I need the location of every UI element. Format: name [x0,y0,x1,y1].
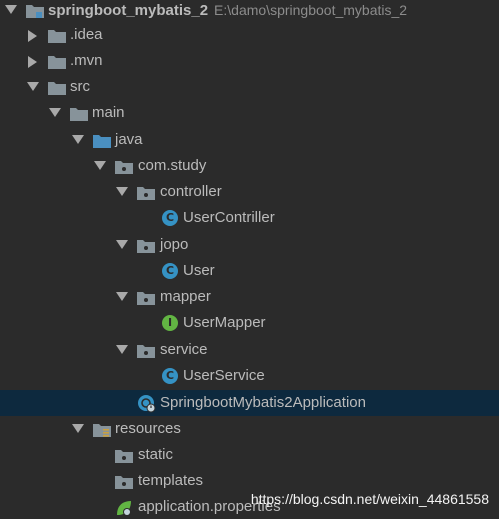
tree-label-jopo: jopo [160,236,189,253]
tree-label-templates: templates [138,472,204,489]
chevron-down-icon[interactable] [4,0,18,23]
tree-row-user-mapper[interactable]: I UserMapper [0,310,499,336]
chevron-down-icon[interactable] [115,337,129,363]
tree-row-main[interactable]: main [0,100,499,126]
class-icon: C [162,368,178,384]
tree-row-controller[interactable]: controller [0,179,499,205]
folder-icon [48,53,66,69]
tree-label-mvn: .mvn [70,52,103,69]
tree-row-mvn[interactable]: .mvn [0,48,499,74]
spring-boot-class-icon [138,395,156,413]
class-icon: C [162,210,178,226]
interface-icon: I [162,315,178,331]
chevron-down-icon[interactable] [115,179,129,205]
tree-label-mapper: mapper [160,288,211,305]
class-icon: C [162,263,178,279]
folder-icon [115,473,133,489]
package-icon [137,184,155,200]
tree-label-user-contriller: UserContriller [183,209,275,226]
tree-row-user-service[interactable]: C UserService [0,363,499,389]
tree-row-mapper[interactable]: mapper [0,284,499,310]
chevron-down-icon[interactable] [71,416,85,442]
tree-row-resources[interactable]: resources [0,416,499,442]
tree-row-project[interactable]: springboot_mybatis_2 E:\damo\springboot_m… [0,0,499,23]
chevron-down-icon[interactable] [115,284,129,310]
package-icon [137,237,155,253]
tree-label-static: static [138,446,174,463]
module-folder-icon [26,2,44,18]
tree-label-service: service [160,341,208,358]
tree-row-user[interactable]: C User [0,258,499,284]
tree-row-src[interactable]: src [0,74,499,100]
tree-label-java: java [115,131,143,148]
tree-row-static[interactable]: static [0,442,499,468]
chevron-down-icon[interactable] [115,232,129,258]
tree-row-com-study[interactable]: com.study [0,153,499,179]
tree-label-user-service: UserService [183,367,265,384]
tree-label-application-class: SpringbootMybatis2Application [160,394,366,411]
folder-icon [48,27,66,43]
spring-leaf-icon [115,499,133,516]
chevron-down-icon[interactable] [71,127,85,153]
source-folder-icon [93,132,111,148]
chevron-right-icon[interactable] [27,48,41,74]
tree-row-user-contriller[interactable]: C UserContriller [0,205,499,231]
folder-icon [70,105,88,121]
watermark-text: https://blog.csdn.net/weixin_44861558 [250,491,489,507]
tree-label-src: src [70,78,90,95]
chevron-down-icon[interactable] [26,74,40,100]
tree-row-java[interactable]: java [0,127,499,153]
folder-icon [115,447,133,463]
tree-label-controller: controller [160,183,222,200]
tree-label-main: main [92,104,125,121]
tree-row-application-class[interactable]: SpringbootMybatis2Application [0,390,499,416]
tree-label-resources: resources [115,420,181,437]
tree-row-jopo[interactable]: jopo [0,232,499,258]
project-name: springboot_mybatis_2 [48,2,209,19]
chevron-right-icon[interactable] [27,22,41,48]
tree-row-idea[interactable]: .idea [0,22,499,48]
tree-label-idea: .idea [70,26,103,43]
chevron-down-icon[interactable] [48,100,62,126]
tree-label-user-mapper: UserMapper [183,314,266,331]
package-icon [137,342,155,358]
project-path: E:\damo\springboot_mybatis_2 [214,2,408,18]
resources-folder-icon [93,421,111,437]
package-icon [115,158,133,174]
tree-row-service[interactable]: service [0,337,499,363]
package-icon [137,289,155,305]
folder-icon [48,79,66,95]
tree-label-user: User [183,262,215,279]
chevron-down-icon[interactable] [93,153,107,179]
tree-label-com-study: com.study [138,157,207,174]
project-tree: springboot_mybatis_2 E:\damo\springboot_m… [0,0,499,519]
